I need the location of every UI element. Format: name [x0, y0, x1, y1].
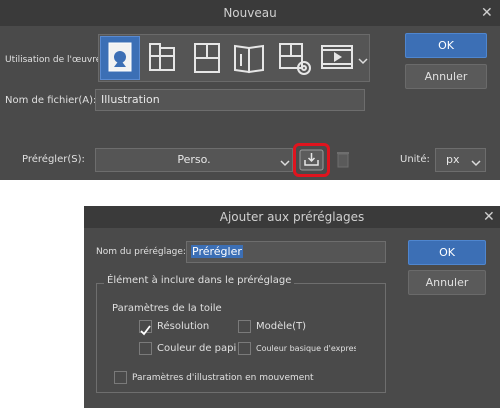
ajouter-title: Ajouter aux préréglages: [219, 210, 365, 224]
modele-label: Modèle(T): [256, 321, 307, 332]
usage-label: Utilisation de l'œuvre: [5, 55, 102, 65]
resolution-label: Résolution: [157, 321, 210, 332]
preset-label: Prérégler(S):: [22, 154, 85, 165]
nouveau-ok-label: OK: [438, 39, 454, 52]
couleur-basique-checkbox[interactable]: [238, 342, 251, 355]
nouveau-titlebar: Nouveau: [0, 0, 500, 26]
preset-chevron-icon: [279, 154, 291, 167]
nouveau-cancel-label: Annuler: [424, 70, 468, 83]
nouveau-cancel-button[interactable]: Annuler: [405, 64, 487, 89]
unit-label: Unité:: [400, 154, 430, 165]
usage-dropdown-chevron-icon[interactable]: [357, 52, 369, 65]
nouveau-title: Nouveau: [223, 6, 277, 20]
canvas-params-label: Paramètres de la toile: [112, 303, 222, 314]
usage-print-settings-icon[interactable]: [274, 36, 316, 80]
resolution-checkbox[interactable]: [139, 320, 152, 336]
couleur-checkbox[interactable]: [139, 342, 152, 355]
modele-checkbox[interactable]: [238, 320, 251, 333]
usage-book-icon[interactable]: [229, 36, 271, 80]
nouveau-close-icon[interactable]: ✕: [481, 6, 493, 20]
filename-value: Illustration: [101, 93, 160, 106]
filename-input[interactable]: Illustration: [95, 89, 365, 111]
unit-value: px: [446, 153, 460, 166]
usage-illustration-icon[interactable]: [100, 36, 140, 80]
ajouter-titlebar: Ajouter aux préréglages: [84, 206, 500, 228]
ajouter-cancel-button[interactable]: Annuler: [408, 270, 486, 295]
preset-name-label: Nom du préréglage:: [96, 247, 186, 257]
ajouter-cancel-label: Annuler: [425, 276, 469, 289]
anim-checkbox[interactable]: [114, 371, 127, 384]
usage-webtoon-icon[interactable]: [143, 36, 183, 80]
preset-value: Perso.: [177, 153, 211, 166]
preset-select[interactable]: Perso.: [95, 148, 293, 172]
couleur-basique-label: Couleur basique d'express: [256, 344, 356, 353]
preset-name-input[interactable]: Prérégler: [186, 241, 386, 263]
delete-preset-icon[interactable]: [336, 150, 350, 168]
group-title: Élément à inclure dans le préréglage: [104, 275, 295, 286]
nouveau-ok-button[interactable]: OK: [405, 33, 487, 58]
filename-label: Nom de fichier(A):: [5, 95, 97, 106]
anim-label: Paramètres d'illustration en mouvement: [132, 373, 314, 383]
ajouter-close-icon[interactable]: ✕: [483, 210, 495, 224]
checkmark-icon: [140, 325, 151, 336]
ajouter-ok-button[interactable]: OK: [408, 240, 486, 265]
ajouter-ok-label: OK: [439, 246, 455, 259]
save-preset-icon: [299, 149, 324, 171]
usage-comic-icon[interactable]: [187, 36, 227, 80]
couleur-label: Couleur de papi: [157, 343, 237, 354]
usage-animation-icon[interactable]: [318, 36, 358, 80]
preset-name-value: Prérégler: [191, 245, 243, 258]
unit-chevron-icon: [470, 154, 482, 167]
register-preset-button[interactable]: [293, 143, 330, 177]
